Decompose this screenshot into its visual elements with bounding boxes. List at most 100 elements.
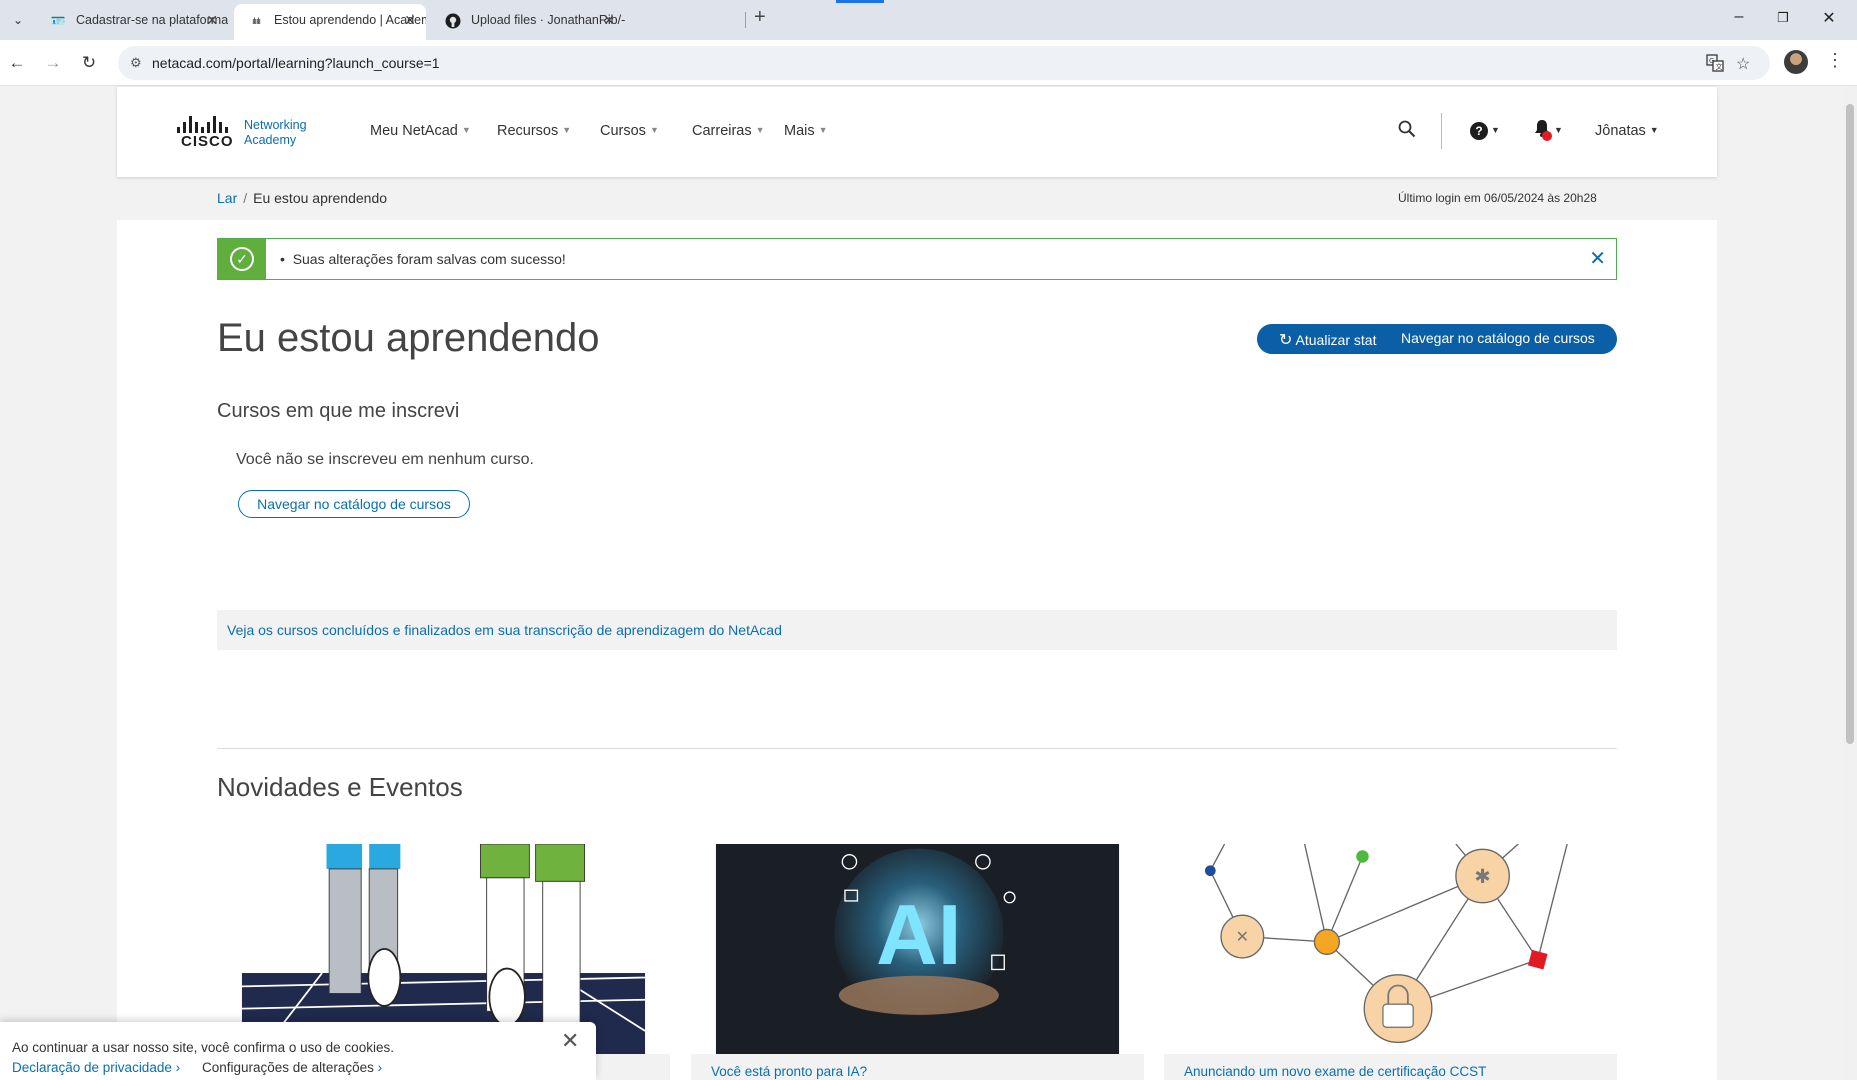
close-alert-icon[interactable]: ✕ [1589, 246, 1606, 271]
breadcrumb-separator: / [243, 190, 248, 206]
header-divider [1441, 113, 1442, 149]
caret-down-icon[interactable]: ▼ [1554, 125, 1563, 135]
address-bar[interactable]: ⚙ netacad.com/portal/learning?launch_cou… [118, 46, 1770, 80]
privacy-label: Declaração de privacidade [12, 1060, 172, 1075]
notification-badge [1542, 131, 1552, 141]
breadcrumb-home-link[interactable]: Lar [217, 190, 237, 206]
breadcrumb-current: Eu estou aprendendo [253, 190, 388, 206]
help-icon[interactable]: ? [1470, 122, 1488, 140]
caret-down-icon[interactable]: ▼ [1491, 125, 1500, 135]
settings-label: Configurações de alterações [202, 1060, 374, 1075]
tab-separator [745, 12, 746, 28]
nav-recursos[interactable]: Recursos ▼ [497, 123, 571, 139]
translate-icon[interactable]: G文 [1706, 54, 1724, 77]
alert-message: • Suas alterações foram salvas com suces… [280, 251, 566, 267]
browser-menu-icon[interactable]: ⋮ [1826, 50, 1844, 71]
chevron-right-icon: › [377, 1060, 383, 1075]
notifications-bell-icon[interactable] [1534, 119, 1552, 142]
ai-image-text: AI [876, 888, 961, 983]
section-divider [217, 748, 1617, 749]
svg-text:✕: ✕ [1236, 929, 1249, 946]
nav-cursos[interactable]: Cursos ▼ [600, 123, 659, 139]
close-window-icon[interactable]: ✕ [1814, 8, 1844, 28]
minimize-icon[interactable]: – [1724, 8, 1754, 26]
success-alert: ✓ • Suas alterações foram salvas com suc… [217, 238, 1617, 280]
svg-text:文: 文 [1716, 62, 1723, 71]
main-content: ✓ • Suas alterações foram salvas com suc… [117, 220, 1717, 1080]
svg-text:G: G [1709, 57, 1714, 65]
news-card-2[interactable]: AI Você está pronto para IA? [691, 844, 1144, 1080]
close-tab-icon[interactable]: ✕ [404, 4, 416, 36]
network-security-illustration: ✕ ✱ [1188, 844, 1593, 1054]
caret-down-icon: ▼ [818, 125, 828, 135]
user-name: Jônatas [1595, 123, 1646, 139]
header-button-group: ↻ Atualizar stat Navegar no catálogo de … [1257, 324, 1617, 354]
tab-upload-files[interactable]: Upload files · JonathanRib/-03. ✕ [431, 4, 625, 40]
cisco-networking-academy-logo[interactable]: CISCO Networking Academy [175, 115, 315, 151]
browse-catalog-button[interactable]: Navegar no catálogo de cursos [1401, 330, 1595, 346]
profile-avatar[interactable] [1784, 50, 1808, 74]
cookie-settings-link[interactable]: Configurações de alterações › [202, 1060, 382, 1075]
nav-label: Recursos [497, 123, 559, 139]
chevron-right-icon: › [175, 1060, 181, 1075]
enrolled-courses-heading: Cursos em que me inscrevi [217, 400, 460, 422]
restore-icon[interactable]: ❐ [1768, 10, 1798, 26]
card-caption-text[interactable]: Anunciando um novo exame de certificação… [1184, 1064, 1486, 1079]
close-tab-icon[interactable]: ✕ [603, 4, 615, 36]
browser-tab-bar: ⌄ 🪪 Cadastrar-se na plataforma Net ✕ ılı… [0, 0, 1857, 40]
alert-icon-box: ✓ [218, 239, 266, 279]
privacy-statement-link[interactable]: Declaração de privacidade › [12, 1060, 180, 1075]
card-caption[interactable]: Anunciando um novo exame de certificação… [1164, 1054, 1617, 1080]
caret-down-icon: ▼ [461, 125, 471, 135]
refresh-icon: ↻ [1279, 332, 1293, 349]
close-cookie-icon[interactable]: ✕ [561, 1028, 579, 1054]
scrollbar-thumb[interactable] [1846, 104, 1854, 744]
page-title: Eu estou aprendendo [217, 316, 600, 360]
nav-carreiras[interactable]: Carreiras ▼ [692, 123, 765, 139]
nav-meu-netacad[interactable]: Meu NetAcad ▼ [370, 123, 471, 139]
forward-arrow-icon[interactable]: → [40, 50, 66, 76]
close-tab-icon[interactable]: ✕ [206, 4, 218, 36]
logo-line-2: Academy [244, 133, 297, 147]
caret-down-icon: ▼ [649, 125, 659, 135]
bookmark-star-icon[interactable]: ☆ [1736, 54, 1750, 74]
svg-text:✱: ✱ [1474, 866, 1490, 888]
tab-search-chevron-icon[interactable]: ⌄ [6, 8, 30, 32]
back-arrow-icon[interactable]: ← [4, 50, 30, 76]
cisco-bars-icon [175, 115, 235, 133]
logo-line-1: Networking [244, 118, 307, 132]
news-card-3[interactable]: ✕ ✱ Anunciando um novo exame de certific… [1164, 844, 1617, 1080]
site-settings-icon[interactable]: ⚙ [130, 55, 142, 71]
caret-down-icon: ▼ [562, 125, 572, 135]
cisco-favicon-icon: ılıılı [251, 16, 261, 26]
refresh-status-button[interactable]: ↻ Atualizar stat [1279, 330, 1376, 350]
nav-label: Mais [784, 123, 815, 139]
last-login-info: Último login em 06/05/2024 às 20h28 [1398, 191, 1597, 205]
transcript-link[interactable]: Veja os cursos concluídos e finalizados … [227, 622, 782, 638]
tab-estou-aprendendo[interactable]: ılıılı Estou aprendendo | Academia c ✕ [234, 4, 426, 40]
reload-icon[interactable]: ↻ [76, 50, 102, 76]
transcript-banner: Veja os cursos concluídos e finalizados … [217, 610, 1617, 650]
card-caption-text[interactable]: Você está pronto para IA? [711, 1064, 867, 1079]
nav-label: Meu NetAcad [370, 123, 458, 139]
nav-mais[interactable]: Mais ▼ [784, 123, 828, 139]
browser-toolbar: ← → ↻ ⚙ netacad.com/portal/learning?laun… [0, 40, 1857, 86]
news-events-heading: Novidades e Eventos [217, 772, 463, 802]
breadcrumb: Lar / Eu estou aprendendo [217, 190, 387, 206]
logo-subtitle: Networking Academy [244, 118, 307, 148]
browse-catalog-outline-button[interactable]: Navegar no catálogo de cursos [238, 490, 470, 518]
page-scrollbar[interactable] [1843, 86, 1857, 1080]
url-text[interactable]: netacad.com/portal/learning?launch_cours… [152, 55, 440, 71]
card-caption[interactable]: Você está pronto para IA? [691, 1054, 1144, 1080]
caret-down-icon: ▼ [755, 125, 765, 135]
tab-cadastrar[interactable]: 🪪 Cadastrar-se na plataforma Net ✕ [36, 4, 228, 40]
alert-message-text: Suas alterações foram salvas com sucesso… [292, 251, 566, 267]
site-header: CISCO Networking Academy Meu NetAcad ▼ Re… [117, 87, 1717, 177]
id-card-icon: 🪪 [50, 14, 66, 28]
nav-label: Cursos [600, 123, 646, 139]
search-icon[interactable] [1398, 120, 1416, 143]
cookie-message: Ao continuar a usar nosso site, você con… [12, 1040, 394, 1055]
no-courses-message: Você não se inscreveu em nenhum curso. [236, 451, 534, 468]
user-menu[interactable]: Jônatas ▼ [1595, 123, 1659, 139]
new-tab-button[interactable]: + [754, 6, 766, 29]
